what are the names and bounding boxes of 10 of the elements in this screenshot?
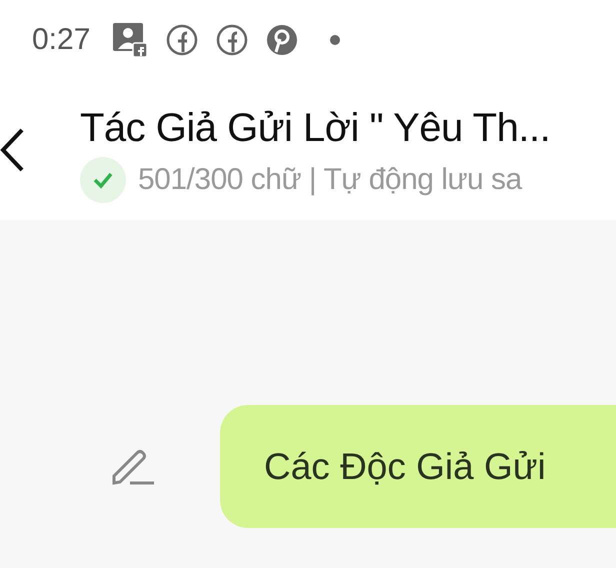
facebook-icon xyxy=(216,24,248,56)
back-icon xyxy=(0,128,24,172)
document-title: Tác Giả Gửi Lời " Yêu Th... xyxy=(80,106,550,151)
message-bubble: Các Độc Giả Gửi xyxy=(220,405,616,528)
contact-card-icon xyxy=(112,22,148,58)
status-time: 0:27 xyxy=(32,23,90,57)
facebook-icon xyxy=(166,24,198,56)
notification-dot-icon xyxy=(330,35,340,45)
pinterest-icon xyxy=(266,24,298,56)
word-count-status: 501/300 chữ | Tự động lưu sa xyxy=(138,163,522,197)
